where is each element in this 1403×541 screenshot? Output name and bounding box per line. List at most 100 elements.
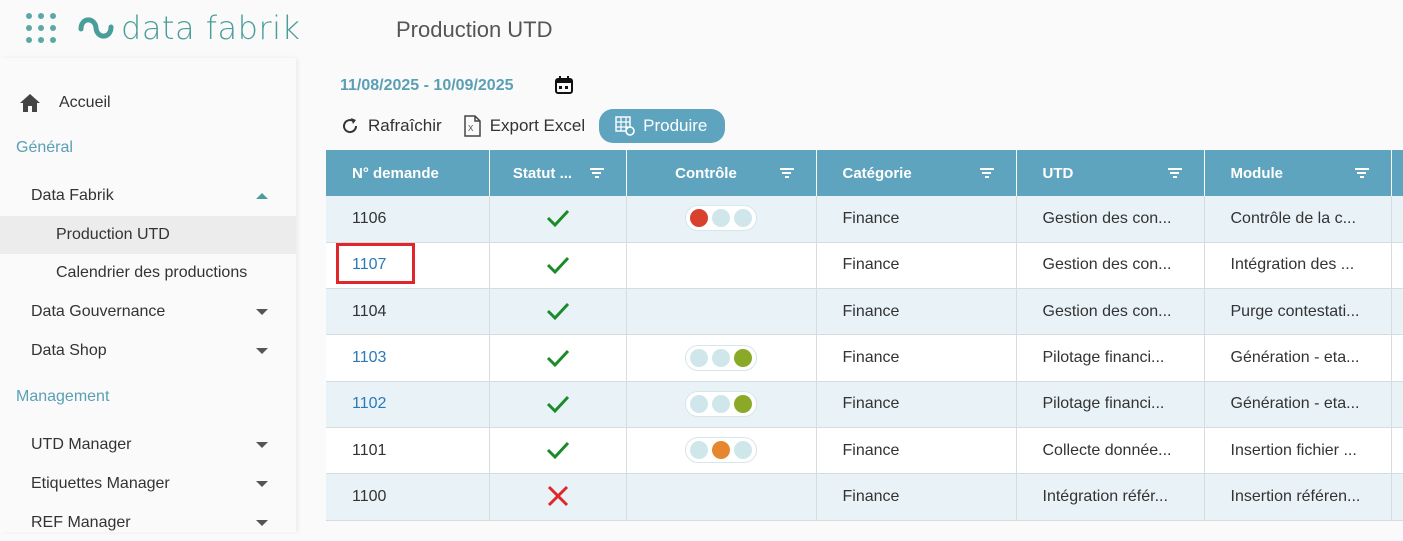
refresh-button-label: Rafraîchir — [368, 116, 442, 135]
cell-overflow — [1391, 427, 1403, 475]
brand-logo[interactable]: data fabrik — [77, 8, 301, 48]
column-header-label: Module — [1230, 164, 1284, 182]
status-light-light — [690, 348, 708, 367]
column-header-status[interactable]: Statut ... — [489, 150, 627, 196]
caret-down-icon — [256, 481, 268, 487]
cell-overflow — [1391, 473, 1403, 521]
excel-file-icon: X — [463, 115, 481, 137]
caret-down-icon — [256, 309, 268, 315]
column-header-control[interactable]: Contrôle — [626, 150, 817, 196]
column-header-module[interactable]: Module — [1204, 150, 1392, 196]
sidebar-item-calendrier[interactable]: Calendrier des productions — [0, 254, 296, 292]
status-light-orange — [712, 441, 730, 460]
svg-text:X: X — [468, 124, 474, 133]
status-light-light — [734, 209, 752, 228]
cell-category: Finance — [816, 381, 1017, 428]
sidebar-item-utd-manager[interactable]: UTD Manager — [0, 427, 296, 463]
sidebar-section-general: Général — [16, 139, 73, 156]
status-light-light — [712, 209, 730, 228]
column-header-label: N° demande — [352, 164, 439, 182]
sidebar-item-ref-manager[interactable]: REF Manager — [0, 505, 296, 541]
request-number: 1104 — [352, 302, 387, 320]
brand-name: data fabrik — [121, 9, 301, 47]
filter-icon[interactable] — [779, 168, 794, 178]
status-light-light — [712, 394, 730, 413]
brand-wave-icon — [78, 17, 114, 39]
table-row[interactable]: 1102 Finance Pilotage financi... Génération… — [326, 381, 1403, 428]
sidebar-item-home[interactable]: Accueil — [0, 88, 296, 118]
sidebar-item-etiquettes-manager[interactable]: Etiquettes Manager — [0, 466, 296, 502]
table-row[interactable]: 1101 Finance Collecte donnée... Insertion f… — [326, 427, 1403, 475]
request-number[interactable]: 1103 — [352, 349, 386, 366]
cell-category: Finance — [816, 242, 1017, 290]
control-traffic-lights[interactable] — [685, 344, 757, 371]
cell-status — [489, 473, 627, 521]
sidebar-item-production-utd[interactable]: Production UTD — [0, 216, 296, 254]
export-excel-button[interactable]: X Export Excel — [462, 108, 585, 144]
cell-control — [626, 427, 817, 475]
cross-icon — [547, 486, 568, 507]
table-row[interactable]: 1104 Finance Gestion des con... Purge conte… — [326, 288, 1403, 336]
cell-request-number: 1101 — [326, 427, 490, 475]
sidebar-item-data-fabrik[interactable]: Data Fabrik — [0, 178, 296, 214]
sidebar-item-label: Data Gouvernance — [31, 303, 166, 320]
cell-status — [489, 288, 627, 336]
column-header-category[interactable]: Catégorie — [816, 150, 1017, 196]
cell-category: Finance — [816, 288, 1017, 336]
caret-down-icon — [256, 520, 268, 526]
status-light-red — [690, 209, 708, 228]
cell-utd: Gestion des con... — [1016, 242, 1205, 290]
cell-utd: Collecte donnée... — [1016, 427, 1205, 475]
cell-control — [626, 196, 817, 243]
check-icon — [546, 256, 569, 275]
table-row[interactable]: 1103 Finance Pilotage financi... Génération… — [326, 334, 1403, 382]
cell-module: Génération - eta... — [1204, 334, 1392, 382]
top-bar: data fabrik Production UTD — [0, 0, 1403, 58]
column-header-request-number[interactable]: N° demande — [326, 150, 490, 196]
produce-button[interactable]: Produire — [599, 109, 726, 143]
home-icon — [20, 94, 40, 112]
request-number[interactable]: 1102 — [352, 395, 386, 412]
caret-up-icon — [256, 193, 268, 199]
column-header-overflow — [1391, 150, 1403, 196]
apps-grid-icon[interactable] — [25, 12, 57, 44]
caret-down-icon — [256, 442, 268, 448]
filter-icon[interactable] — [1354, 168, 1369, 178]
filter-icon[interactable] — [1167, 168, 1182, 178]
cell-request-number[interactable]: 1103 — [326, 334, 490, 382]
filter-icon[interactable] — [979, 168, 994, 178]
calendar-icon[interactable] — [554, 75, 574, 95]
control-traffic-lights[interactable] — [685, 437, 757, 464]
refresh-icon — [343, 118, 358, 134]
table-row[interactable]: 1100 Finance Intégration référ... Insertion… — [326, 473, 1403, 521]
column-header-label: Catégorie — [842, 164, 912, 182]
control-traffic-lights[interactable] — [685, 390, 757, 417]
refresh-button[interactable]: Rafraîchir — [340, 108, 442, 144]
cell-module: Insertion référen... — [1204, 473, 1392, 521]
control-traffic-lights[interactable] — [685, 205, 757, 232]
status-light-light — [712, 348, 730, 367]
cell-control — [626, 288, 817, 336]
sidebar-item-data-gouvernance[interactable]: Data Gouvernance — [0, 294, 296, 330]
date-range-value[interactable]: 11/08/2025 - 10/09/2025 — [340, 77, 514, 95]
sidebar-item-label: Calendrier des productions — [56, 264, 248, 281]
page-title: Production UTD — [396, 17, 553, 42]
status-light-olive — [734, 394, 752, 413]
cell-status — [489, 381, 627, 428]
cell-module: Insertion fichier ... — [1204, 427, 1392, 475]
sidebar-item-label: REF Manager — [31, 514, 131, 531]
sidebar-item-data-shop[interactable]: Data Shop — [0, 333, 296, 369]
sidebar-item-label: Accueil — [59, 94, 111, 111]
table-row[interactable]: 1106 Finance Gestion des con... Contrôle de… — [326, 196, 1403, 243]
column-header-label: UTD — [1042, 164, 1074, 182]
production-table: N° demande Statut ... Contrôle Catégorie… — [326, 150, 1403, 532]
cell-overflow — [1391, 196, 1403, 243]
table-row[interactable]: 1107 Finance Gestion des con... Intégration… — [326, 242, 1403, 290]
cell-module: Intégration des ... — [1204, 242, 1392, 290]
cell-request-number[interactable]: 1102 — [326, 381, 490, 428]
cell-overflow — [1391, 288, 1403, 336]
cell-category: Finance — [816, 196, 1017, 243]
filter-icon[interactable] — [589, 168, 604, 178]
cell-status — [489, 242, 627, 290]
column-header-utd[interactable]: UTD — [1016, 150, 1205, 196]
